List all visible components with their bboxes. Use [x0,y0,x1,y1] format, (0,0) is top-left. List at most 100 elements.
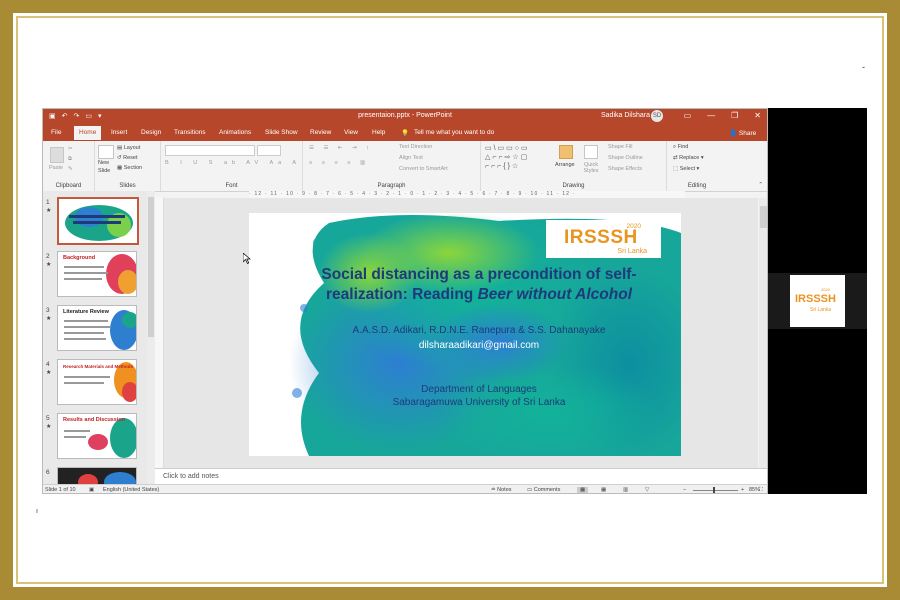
status-bar: Slide 1 of 10 ▣ English (United States) … [43,484,767,493]
slide-title-italic: Beer without Alcohol [477,286,633,303]
normal-view-icon[interactable]: ▦ [577,487,589,493]
arrange-icon[interactable] [559,145,573,159]
copy-icon[interactable]: ⧉ [68,156,72,163]
tab-view[interactable]: View [344,129,358,136]
slide-thumbnail-2[interactable]: Background [57,251,137,297]
tab-transitions[interactable]: Transitions [174,129,206,136]
font-format-buttons[interactable]: B I U S ab AV Aa A [165,160,301,166]
animation-star-icon: ★ [46,316,52,322]
align-text-button[interactable]: Align Text [399,155,423,161]
new-slide-button-line2[interactable]: Slide [98,168,110,174]
paste-button[interactable]: Paste [49,165,63,171]
close-icon[interactable]: ✕ [754,111,761,120]
convert-smartart-button[interactable]: Convert to SmartArt [399,166,448,172]
font-name-dropdown[interactable] [165,145,255,156]
notes-button[interactable]: ≐ Notes [491,487,512,493]
paste-icon[interactable] [50,147,64,163]
new-slide-icon[interactable] [98,145,114,159]
arrange-button[interactable]: Arrange [555,162,575,168]
notes-pane[interactable]: Click to add notes [155,468,767,485]
format-painter-icon[interactable]: ✎ [68,166,73,172]
section-button[interactable]: ▦ Section [117,165,142,171]
thumb-number: 5 [46,415,50,422]
participant-tile[interactable]: 2020 IRSSSH Sri Lanka [768,273,867,329]
slide-department[interactable]: Department of Languages [289,384,669,395]
collapse-ribbon-icon[interactable]: ⌃ [758,182,763,188]
slide-thumbnail-5[interactable]: Results and Discussion [57,413,137,459]
share-button[interactable]: 👤 Share [729,129,756,137]
comments-button[interactable]: ▭ Comments [527,487,560,493]
ribbon: Paste ✂ ⧉ ✎ Clipboard New Slide ▤ Layout… [43,141,767,192]
horizontal-ruler: · 12 · 11 · 10 · 9 · 8 · 7 · 6 · 5 · 4 ·… [249,191,685,198]
spell-check-icon[interactable]: ▣ [89,487,94,493]
tell-me-input[interactable]: Tell me what you want to do [414,129,494,136]
thumb-4-title: Research Materials and Methods [63,364,134,369]
thumb-number: 1 [46,199,50,206]
language-status[interactable]: English (United States) [103,487,159,493]
slide-thumbnail-4[interactable]: Research Materials and Methods [57,359,137,405]
thumbnails-scrollbar[interactable] [147,191,155,484]
section-label: Section [123,165,143,171]
slide-content: 2020 IRSSSH Sri Lanka Social distancing … [249,213,681,456]
zoom-slider-knob[interactable] [713,487,715,493]
animation-star-icon: ★ [46,424,52,430]
shapes-gallery[interactable]: ▭\▭▭○▭ △⌐⌐⇨☆▢ ⌐⌐⌐{}☆ [485,144,530,171]
find-button[interactable]: ⌕ Find [673,144,688,151]
tab-review[interactable]: Review [310,129,331,136]
zoom-slider[interactable] [693,490,738,491]
align-buttons[interactable]: ≡ ≡ ≡ ≡ ▥ [309,160,369,166]
cursor-shape [242,252,251,264]
current-slide[interactable]: 2020 IRSSSH Sri Lanka Social distancing … [249,213,681,456]
quick-styles-button[interactable]: Quick Styles [580,162,602,174]
slide-sorter-icon[interactable]: ▦ [601,487,606,493]
lightbulb-icon: 💡 [401,130,410,137]
slide-title-line2: realization: Reading [325,286,478,303]
font-size-dropdown[interactable] [257,145,281,156]
canvas-scrollbar-thumb[interactable] [760,206,767,228]
tab-help[interactable]: Help [372,129,385,136]
slide-university[interactable]: Sabaragamuwa University of Sri Lanka [289,397,669,408]
zoom-out-icon[interactable]: − [683,487,686,493]
list-buttons[interactable]: ☰ ☰ ⇤ ⇥ ↕ [309,145,373,151]
tab-slide-show[interactable]: Slide Show [265,129,298,136]
reading-view-icon[interactable]: ▥ [623,487,628,493]
select-button[interactable]: ⬚ Select ▾ [673,166,699,172]
slide-title[interactable]: Social distancing as a precondition of s… [289,265,669,305]
text-direction-button[interactable]: Text Direction [399,144,432,150]
slide-count: Slide 1 of 10 [45,487,76,493]
shape-outline-button[interactable]: Shape Outline [608,155,643,161]
user-name[interactable]: Sadika Dilshara [601,112,650,119]
layout-button[interactable]: ▤ Layout [117,145,140,151]
new-slide-button[interactable]: New [98,160,109,166]
slide-thumbnail-1[interactable] [57,197,139,245]
quick-styles-icon[interactable] [584,145,598,159]
shape-fill-button[interactable]: Shape Fill [608,144,632,150]
tab-file[interactable]: File [51,129,61,136]
slide-email[interactable]: dilsharaadikari@gmail.com [289,340,669,351]
ribbon-display-icon[interactable]: ▭ [684,111,692,120]
avatar[interactable]: SD [651,110,663,122]
slide-authors[interactable]: A.A.S.D. Adikari, R.D.N.E. Ranepura & S.… [289,325,669,336]
slide-show-icon[interactable]: ▽ [645,487,649,493]
thumb-5-title: Results and Discussion [63,417,126,423]
reset-button[interactable]: ↺ Reset [117,155,138,161]
drawing-group: ▭\▭▭○▭ △⌐⌐⇨☆▢ ⌐⌐⌐{}☆ Arrange Quick Styles … [481,141,667,191]
tab-insert[interactable]: Insert [111,129,127,136]
scrollbar-thumb[interactable] [148,197,154,337]
tab-design[interactable]: Design [141,129,161,136]
tab-home[interactable]: Home [74,126,102,140]
slide-thumbnail-3[interactable]: Literature Review [57,305,137,351]
video-logo-name: IRSSSH [795,293,836,305]
minimize-icon[interactable]: — [707,111,715,120]
fit-slide-icon[interactable]: ⛶ [759,487,763,493]
zoom-in-icon[interactable]: + [741,487,744,493]
replace-button[interactable]: ⇄ Replace ▾ [673,155,704,161]
tab-animations[interactable]: Animations [219,129,251,136]
shape-effects-button[interactable]: Shape Effects [608,166,642,172]
cut-icon[interactable]: ✂ [68,146,73,152]
canvas-scrollbar[interactable] [759,198,767,468]
slide-thumbnail-6[interactable] [57,467,137,484]
powerpoint-window: ▣ ↶ ↷ ▭ ▾ presentaion.pptx - PowerPoint … [42,108,768,494]
paragraph-group: ☰ ☰ ⇤ ⇥ ↕ ≡ ≡ ≡ ≡ ▥ Text Direction Align… [303,141,481,191]
restore-icon[interactable]: ❐ [731,111,738,120]
